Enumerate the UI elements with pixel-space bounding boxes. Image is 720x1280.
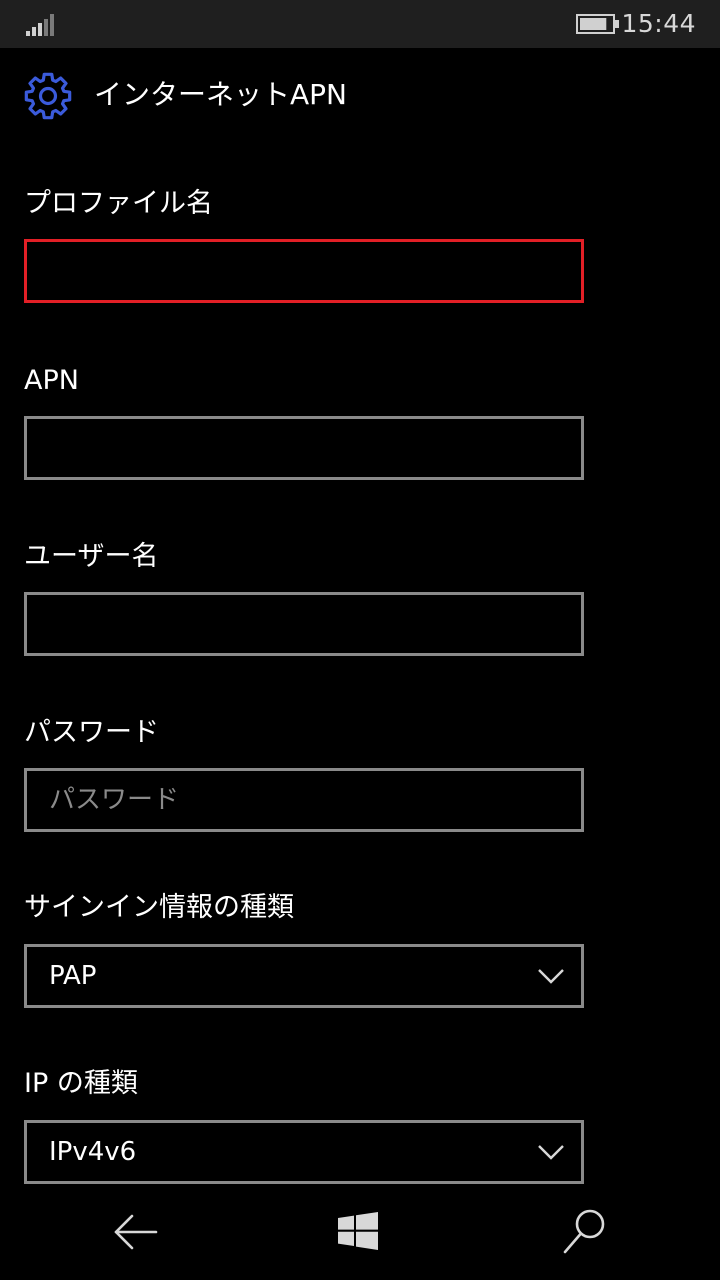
signin-type-label: サインイン情報の種類	[24, 892, 294, 923]
navigation-bar	[0, 1184, 720, 1280]
apn-label: APN	[24, 365, 79, 396]
chevron-down-icon	[538, 969, 564, 984]
status-bar: 15:44	[0, 0, 720, 48]
user-name-label: ユーザー名	[24, 541, 159, 572]
user-name-input[interactable]	[24, 592, 584, 656]
profile-name-input[interactable]	[24, 239, 584, 303]
windows-start-icon[interactable]	[338, 1212, 378, 1250]
ip-type-dropdown[interactable]: IPv4v6	[24, 1120, 584, 1184]
status-time: 15:44	[621, 9, 696, 38]
battery-icon	[576, 14, 619, 34]
signin-type-dropdown[interactable]: PAP	[24, 944, 584, 1008]
ip-type-label: IP の種類	[24, 1068, 138, 1099]
chevron-down-icon	[538, 1145, 564, 1160]
profile-name-label: プロファイル名	[24, 188, 213, 219]
ip-type-selected: IPv4v6	[49, 1137, 137, 1167]
page-title: インターネットAPN	[94, 78, 347, 111]
signin-type-selected: PAP	[49, 961, 97, 991]
apn-input[interactable]	[24, 416, 584, 480]
gear-icon	[24, 72, 72, 120]
password-label: パスワード	[24, 717, 159, 748]
back-arrow-icon[interactable]	[112, 1210, 160, 1254]
search-icon[interactable]	[562, 1208, 608, 1256]
password-input[interactable]	[24, 768, 584, 832]
signal-icon	[26, 14, 54, 36]
